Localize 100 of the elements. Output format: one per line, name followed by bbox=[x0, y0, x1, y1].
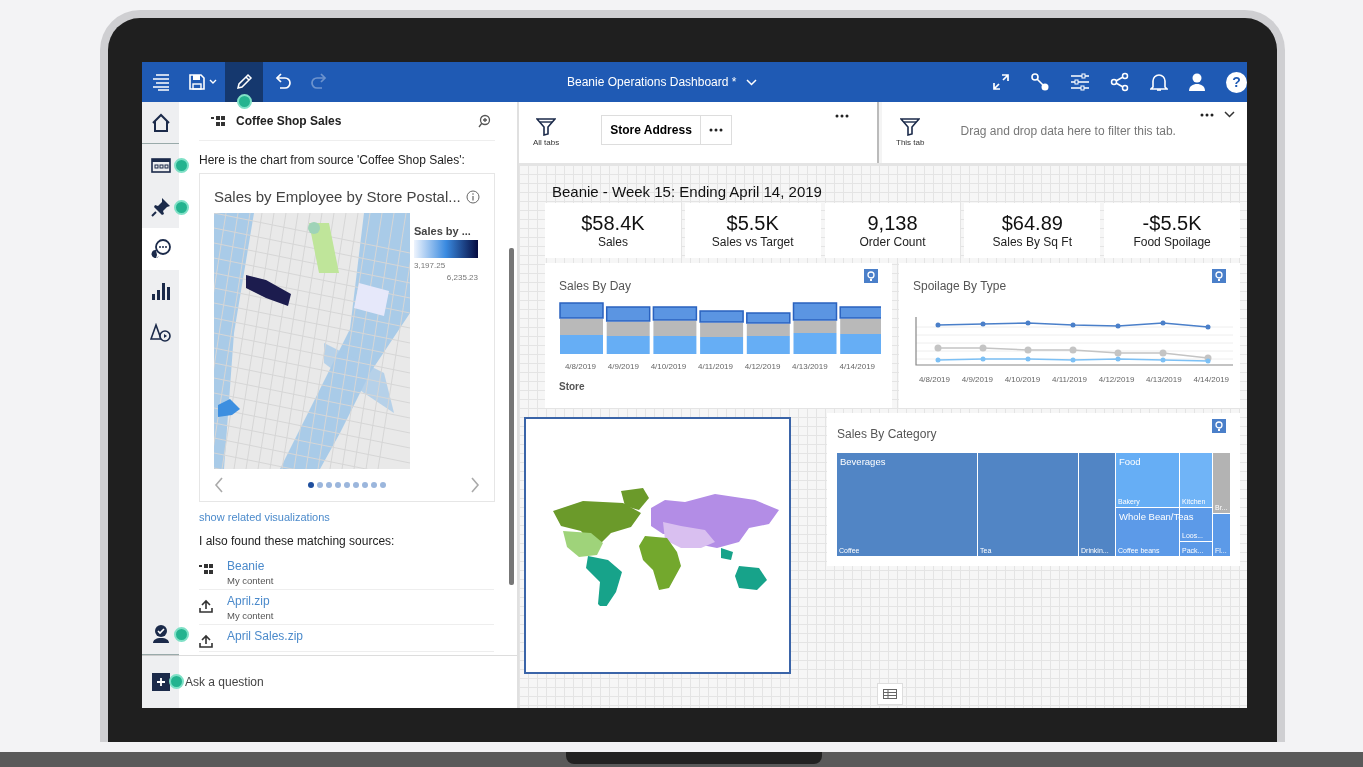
filter-name: Store Address bbox=[610, 122, 692, 137]
bar-segment bbox=[560, 335, 603, 354]
lightbulb-icon[interactable] bbox=[864, 269, 878, 283]
filter-chip[interactable]: Store Address bbox=[601, 114, 732, 145]
data-point bbox=[980, 321, 986, 327]
overflow-menu-icon[interactable] bbox=[1200, 112, 1214, 117]
kpi-card[interactable]: $64.89 Sales By Sq Ft bbox=[964, 203, 1101, 258]
tile-label: Beverages bbox=[840, 456, 886, 467]
help-button[interactable]: ? bbox=[1226, 71, 1247, 93]
upload-icon bbox=[199, 599, 213, 613]
kpi-value: $5.5K bbox=[726, 212, 779, 235]
color-scale bbox=[414, 240, 478, 258]
page-dot[interactable] bbox=[362, 482, 368, 488]
kpi-card[interactable]: $58.4K Sales bbox=[545, 203, 681, 258]
source-link[interactable]: April.zip bbox=[227, 594, 274, 608]
related-visualizations-link[interactable]: show related visualizations bbox=[199, 511, 495, 523]
data-point bbox=[979, 344, 987, 352]
axis-label: 4/8/2019 bbox=[918, 375, 950, 384]
data-point bbox=[934, 344, 942, 352]
expand-icon[interactable] bbox=[992, 73, 1010, 91]
source-link[interactable]: April Sales.zip bbox=[227, 629, 304, 643]
treemap-tile[interactable] bbox=[1213, 453, 1230, 513]
overflow-menu-icon[interactable] bbox=[708, 127, 723, 132]
lightbulb-icon[interactable] bbox=[1212, 269, 1226, 283]
treemap-tile[interactable] bbox=[1079, 453, 1115, 556]
data-point bbox=[935, 322, 941, 328]
treemap-tile[interactable] bbox=[837, 453, 977, 556]
page-dot[interactable] bbox=[353, 482, 359, 488]
user-icon[interactable] bbox=[1188, 72, 1206, 92]
axis-label: 4/13/2019 bbox=[792, 362, 828, 371]
page-dot[interactable] bbox=[308, 482, 314, 488]
page-dot[interactable] bbox=[335, 482, 341, 488]
bell-icon[interactable] bbox=[1150, 72, 1168, 92]
chevron-down-icon[interactable] bbox=[1224, 111, 1235, 118]
data-point bbox=[935, 357, 941, 363]
bar-segment bbox=[606, 322, 650, 336]
world-map-card[interactable] bbox=[524, 417, 791, 674]
bar-segment bbox=[840, 319, 881, 334]
page-dot[interactable] bbox=[326, 482, 332, 488]
legend-title: Store bbox=[559, 381, 586, 392]
connection-icon[interactable] bbox=[1030, 72, 1050, 92]
data-point bbox=[1070, 322, 1076, 328]
hotspot-marker[interactable] bbox=[174, 627, 189, 642]
dashboard-title[interactable]: Beanie Operations Dashboard * bbox=[567, 75, 737, 89]
dataset-icon bbox=[211, 116, 225, 126]
sliders-icon[interactable] bbox=[1070, 73, 1090, 91]
caret-icon bbox=[209, 79, 217, 85]
treemap-tile[interactable] bbox=[1213, 514, 1230, 556]
table-view-button[interactable] bbox=[877, 683, 903, 705]
treemap-tile[interactable] bbox=[1180, 542, 1212, 556]
source-link[interactable]: Beanie bbox=[227, 559, 274, 573]
chevron-right-icon[interactable] bbox=[470, 477, 480, 493]
kpi-value: 9,138 bbox=[867, 212, 918, 235]
shapes-icon bbox=[149, 323, 172, 343]
source-location: My content bbox=[227, 575, 274, 586]
source-title: Coffee Shop Sales bbox=[236, 114, 342, 128]
axis-label: 4/8/2019 bbox=[564, 362, 596, 371]
hotspot-marker[interactable] bbox=[174, 158, 189, 173]
kpi-value: $58.4K bbox=[581, 212, 645, 235]
add-button[interactable] bbox=[151, 673, 170, 691]
axis-label: 4/13/2019 bbox=[1146, 375, 1182, 384]
treemap-tile[interactable] bbox=[1116, 453, 1179, 507]
kpi-card[interactable]: $5.5K Sales vs Target bbox=[684, 203, 821, 258]
legend-title: Sales by ... bbox=[414, 225, 472, 237]
share-icon[interactable] bbox=[1110, 72, 1130, 92]
kpi-label: Order Count bbox=[859, 235, 926, 249]
zoom-in-icon[interactable] bbox=[477, 114, 491, 128]
treemap-tile[interactable] bbox=[978, 453, 1078, 556]
bar-segment bbox=[840, 334, 881, 354]
bar-segment bbox=[606, 336, 650, 354]
kpi-card[interactable]: -$5.5K Food Spoilage bbox=[1104, 203, 1240, 258]
assistant-message: Here is the chart from source 'Coffee Shop Sales': bbox=[199, 153, 466, 167]
user-check-icon bbox=[150, 623, 171, 644]
data-point bbox=[980, 356, 986, 362]
chart-card[interactable]: Sales By Day 4/8/2019 4/9/2019 4/10/2019 4/11/2019 4/12/2019 4/13/2019 4/14/2019 Store bbox=[545, 263, 892, 408]
edit-button[interactable] bbox=[225, 62, 263, 102]
page-dot[interactable] bbox=[317, 482, 323, 488]
save-icon bbox=[188, 73, 206, 91]
hotspot-marker[interactable] bbox=[174, 200, 189, 215]
menu-icon bbox=[151, 73, 171, 91]
chart-card[interactable]: Spoilage By Type 4/8/2019 4/9/2019 4/10/2019 4/11/2019 4/12/2019 4/13/2019 4/14/2019 bbox=[899, 263, 1240, 408]
overflow-menu-icon[interactable] bbox=[835, 114, 849, 118]
info-icon[interactable] bbox=[466, 189, 480, 204]
kpi-label: Sales By Sq Ft bbox=[992, 235, 1072, 249]
chevron-left-icon[interactable] bbox=[214, 477, 224, 493]
plus-icon bbox=[155, 677, 166, 687]
page-dot[interactable] bbox=[371, 482, 377, 488]
page-dot[interactable] bbox=[380, 482, 386, 488]
filter-scope-label: This tab bbox=[896, 138, 925, 147]
home-icon bbox=[150, 112, 171, 133]
data-point bbox=[1115, 323, 1121, 329]
table-icon bbox=[883, 689, 897, 699]
lightbulb-icon[interactable] bbox=[1212, 419, 1226, 433]
bar-segment bbox=[700, 337, 744, 354]
chart-title: Sales By Day bbox=[559, 279, 633, 293]
data-point bbox=[1024, 346, 1032, 354]
page-dot[interactable] bbox=[344, 482, 350, 488]
scrollbar[interactable] bbox=[509, 248, 514, 585]
kpi-card[interactable]: 9,138 Order Count bbox=[824, 203, 961, 258]
treemap-tile[interactable] bbox=[1180, 453, 1212, 507]
